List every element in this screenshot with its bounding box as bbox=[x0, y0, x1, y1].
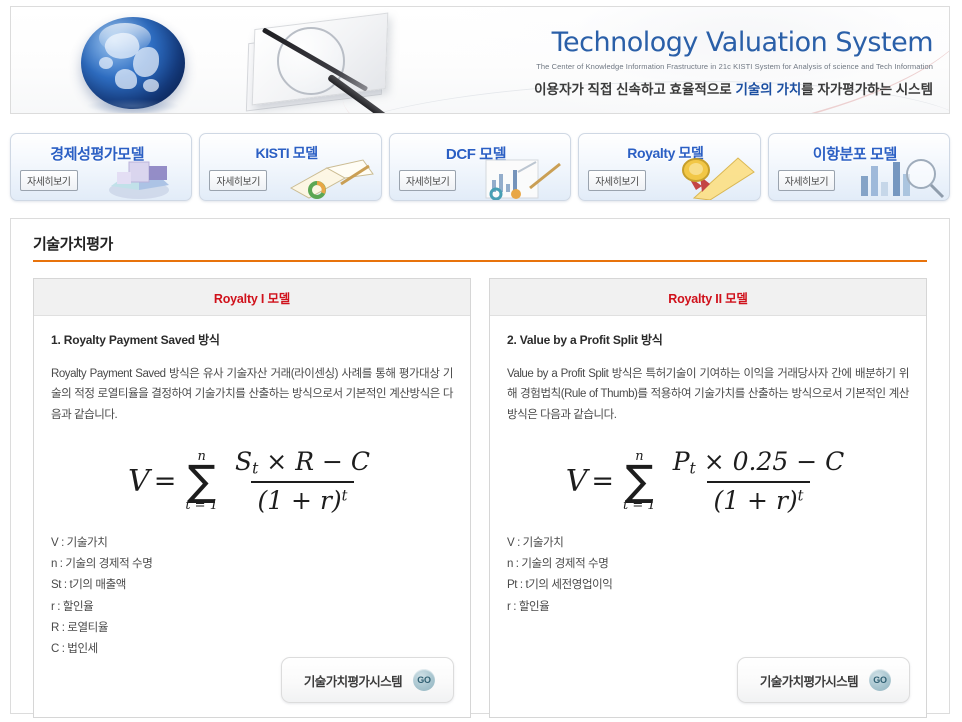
formula-numerator: Pt × 0.25 − C bbox=[667, 447, 851, 480]
main-content-panel: 기술가치평가 Royalty I 모델 1. Royalty Payment Sa… bbox=[10, 218, 950, 718]
formula-denominator: (1 + r)t bbox=[707, 480, 810, 515]
go-button-wrap: 기술가치평가시스템 GO bbox=[280, 657, 454, 703]
method-description: Royalty Payment Saved 방식은 유사 기술자산 거래(라이센… bbox=[51, 368, 453, 421]
formula-numerator: St × R − C bbox=[229, 447, 376, 480]
nav-card-title: 경제성평가모델 bbox=[50, 146, 145, 163]
nav-card-more-button[interactable]: 자세히보기 bbox=[20, 170, 78, 191]
model-panel-2: Royalty II 모델 2. Value by a Profit Split … bbox=[489, 278, 927, 718]
go-button-wrap: 기술가치평가시스템 GO bbox=[736, 657, 910, 703]
nav-card-title: Royalty 모델 bbox=[627, 145, 704, 161]
formula-lhs: V bbox=[128, 463, 150, 499]
banner-korean-tagline: 이용자가 직접 신속하고 효율적으로 기술의 가치를 자가평가하는 시스템 bbox=[393, 78, 933, 98]
legend-item: r : 할인율 bbox=[51, 600, 94, 613]
banner-korean-tail: 를 자가평가하는 시스템 bbox=[801, 82, 933, 98]
model-panel-1: Royalty I 모델 1. Royalty Payment Saved 방식 R… bbox=[33, 278, 471, 718]
banner-korean-highlight: 기술의 가치 bbox=[735, 82, 802, 98]
panel-body: 1. Royalty Payment Saved 방식 Royalty Payme… bbox=[34, 316, 470, 660]
legend-item: r : 할인율 bbox=[507, 600, 550, 613]
valuation-system-button[interactable]: 기술가치평가시스템 GO bbox=[280, 657, 454, 703]
formula-legend: V : 기술가치 n : 기술의 경제적 수명 Pt : t기의 세전영업이익 r :… bbox=[507, 533, 909, 618]
valuation-system-button-label: 기술가치평가시스템 bbox=[759, 674, 859, 689]
nav-card-more-button[interactable]: 자세히보기 bbox=[398, 170, 457, 191]
go-icon: GO bbox=[869, 669, 891, 691]
method-description: Value by a Profit Split 방식은 특허기술이 기여하는 이… bbox=[507, 368, 909, 421]
formula-denominator: (1 + r)t bbox=[251, 480, 354, 515]
nav-card-more-button[interactable]: 자세히보기 bbox=[588, 170, 646, 191]
method-title: 1. Royalty Payment Saved 방식 bbox=[51, 333, 220, 347]
formula-numerator-main: P bbox=[672, 447, 690, 477]
legend-item: n : 기술의 경제적 수명 bbox=[507, 558, 609, 571]
legend-item: R : 로열티율 bbox=[51, 621, 109, 634]
legend-item: Pt : t기의 세전영업이익 bbox=[507, 579, 613, 592]
valuation-formula: V = n ∑ t = 1 Pt × 0.25 − C (1 + r)t bbox=[507, 447, 909, 514]
site-banner: Technology Valuation System The Center o… bbox=[10, 6, 950, 114]
valuation-formula: V = n ∑ t = 1 St × R − C (1 + r)t bbox=[51, 447, 453, 514]
go-icon: GO bbox=[413, 669, 435, 691]
formula-summation: n ∑ t = 1 bbox=[180, 450, 223, 513]
nav-card-4[interactable]: Royalty 모델 자세히보기 bbox=[578, 133, 761, 201]
panel-header: Royalty I 모델 bbox=[34, 279, 470, 316]
formula-legend: V : 기술가치 n : 기술의 경제적 수명 St : t기의 매출액 r : 할인… bbox=[51, 533, 453, 661]
nav-card-1[interactable]: 경제성평가모델 자세히보기 bbox=[10, 133, 193, 201]
banner-headline: Technology Valuation System The Center o… bbox=[393, 27, 934, 98]
formula-sum-lower: t = 1 bbox=[623, 498, 656, 514]
valuation-system-button-label: 기술가치평가시스템 bbox=[303, 674, 403, 689]
globe-icon bbox=[73, 15, 193, 113]
formula-sigma-glyph: ∑ bbox=[625, 455, 654, 505]
formula-denominator-exponent: t bbox=[341, 488, 348, 505]
method-title: 2. Value by a Profit Split 방식 bbox=[507, 333, 663, 347]
nav-card-5[interactable]: 이항분포 모델 자세히보기 bbox=[767, 133, 951, 201]
nav-card-more-button[interactable]: 자세히보기 bbox=[209, 170, 267, 191]
formula-fraction: Pt × 0.25 − C (1 + r)t bbox=[661, 447, 851, 514]
banner-title: Technology Valuation System bbox=[551, 27, 934, 58]
formula-denominator-base: (1 + r) bbox=[257, 485, 342, 515]
formula-numerator-rest: × R − C bbox=[266, 447, 370, 477]
nav-card-3[interactable]: DCF 모델 자세히보기 bbox=[388, 133, 572, 201]
nav-card-title: DCF 모델 bbox=[445, 146, 507, 163]
formula-equals: = bbox=[153, 465, 177, 497]
formula-equals: = bbox=[591, 465, 615, 497]
legend-item: n : 기술의 경제적 수명 bbox=[51, 558, 153, 571]
formula-numerator-subscript: t bbox=[689, 459, 696, 478]
formula-denominator-base: (1 + r) bbox=[713, 485, 798, 515]
formula-lhs: V bbox=[565, 463, 588, 499]
legend-item: V : 기술가치 bbox=[51, 536, 108, 549]
formula-fraction: St × R − C (1 + r)t bbox=[223, 447, 376, 514]
panel-body: 2. Value by a Profit Split 방식 Value by a … bbox=[490, 316, 926, 618]
nav-card-title: 이항분포 모델 bbox=[812, 146, 898, 163]
model-nav-row: 경제성평가모델 자세히보기 KISTI 모델 자세히보기 DCF 모델 자세히보기 R… bbox=[10, 133, 951, 201]
page-title: 기술가치평가 bbox=[33, 236, 113, 253]
legend-item: St : t기의 매출액 bbox=[51, 579, 126, 592]
legend-item: V : 기술가치 bbox=[507, 536, 564, 549]
banner-subtitle: The Center of Knowledge Information Fras… bbox=[536, 62, 933, 72]
nav-card-2[interactable]: KISTI 모델 자세히보기 bbox=[199, 133, 382, 201]
model-panels: Royalty I 모델 1. Royalty Payment Saved 방식 R… bbox=[33, 278, 927, 718]
section-title-wrap: 기술가치평가 bbox=[33, 233, 927, 262]
panel-header: Royalty II 모델 bbox=[490, 279, 926, 316]
formula-sigma-glyph: ∑ bbox=[187, 455, 216, 505]
formula-denominator-exponent: t bbox=[797, 488, 804, 505]
banner-korean-lead: 이용자가 직접 신속하고 효율적으로 bbox=[534, 82, 732, 98]
formula-numerator-rest: × 0.25 − C bbox=[703, 447, 845, 477]
formula-sum-lower: t = 1 bbox=[185, 498, 218, 514]
formula-numerator-subscript: t bbox=[252, 459, 259, 478]
formula-summation: n ∑ t = 1 bbox=[618, 450, 661, 513]
nav-card-title: KISTI 모델 bbox=[255, 145, 318, 161]
valuation-system-button[interactable]: 기술가치평가시스템 GO bbox=[736, 657, 910, 703]
formula-numerator-main: S bbox=[234, 447, 253, 477]
nav-card-more-button[interactable]: 자세히보기 bbox=[777, 170, 836, 191]
